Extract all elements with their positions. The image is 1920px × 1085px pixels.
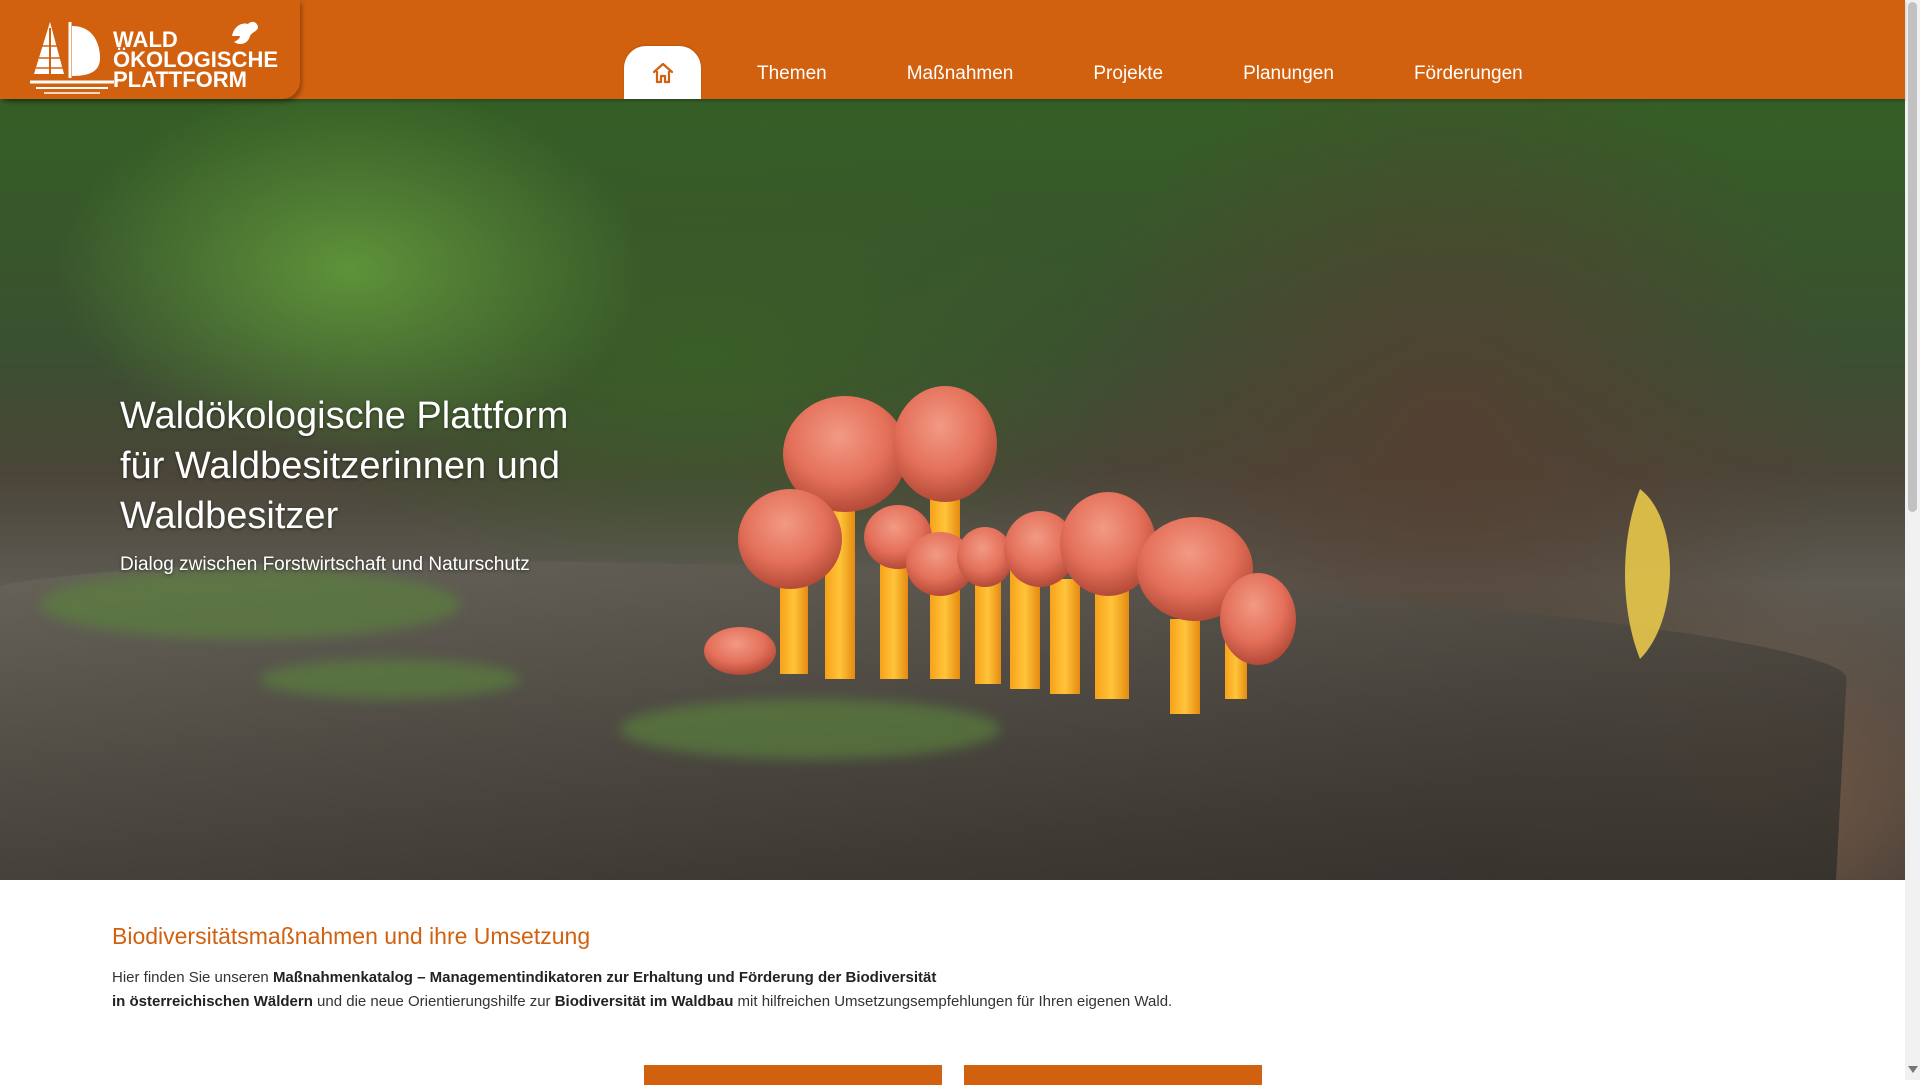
hero-title-line-3: Waldbesitzer: [120, 495, 339, 537]
hero-subtitle: Dialog zwischen Forstwirtschaft und Natu…: [120, 554, 530, 575]
intro-text: und die neue Orientierungshilfe zur: [312, 993, 555, 1010]
section-intro: Hier finden Sie unseren Maßnahmenkatalog…: [112, 966, 1312, 1014]
intro-catalog-link[interactable]: Maßnahmenkatalog – Managementindikatoren…: [273, 969, 936, 986]
section-title: Biodiversitätsmaßnahmen und ihre Umsetzu…: [112, 923, 591, 949]
home-icon: [652, 62, 673, 83]
forest-logo-icon: [30, 22, 114, 94]
scrollbar-thumb[interactable]: [1908, 2, 1917, 512]
nav-item-massnahmen[interactable]: Maßnahmen: [907, 46, 1014, 99]
catalog-button[interactable]: [644, 1065, 942, 1085]
nav-item-foerderungen[interactable]: Förderungen: [1414, 46, 1523, 99]
intro-region-text: in österreichischen Wäldern: [112, 993, 313, 1010]
site-logo[interactable]: WALD ÖKOLOGISCHE PLATTFORM: [0, 0, 300, 99]
nav-home-tab[interactable]: [624, 46, 701, 99]
bird-logo-icon: [232, 21, 258, 44]
scroll-down-arrow-icon[interactable]: [1908, 1066, 1918, 1073]
intro-text: mit hilfreichen Umsetzungsempfehlungen f…: [733, 993, 1173, 1010]
intro-guide-link[interactable]: Biodiversität im Waldbau: [555, 993, 734, 1010]
hero-title: Waldökologische Plattform für Waldbesitz…: [120, 391, 640, 541]
hero-title-line-2: für Waldbesitzerinnen und: [120, 445, 561, 487]
hero-title-line-1: Waldökologische Plattform: [120, 395, 569, 437]
page-scrollbar[interactable]: [1905, 0, 1920, 1080]
guide-button[interactable]: [964, 1065, 1262, 1085]
intro-text: Hier finden Sie unseren: [112, 969, 273, 986]
logo-line-3: PLATTFORM: [113, 67, 248, 92]
hero-banner: Waldökologische Plattform für Waldbesitz…: [0, 99, 1905, 880]
main-navigation: Themen Maßnahmen Projekte Planungen Förd…: [624, 46, 1523, 99]
nav-item-themen[interactable]: Themen: [757, 46, 827, 99]
nav-item-planungen[interactable]: Planungen: [1243, 46, 1334, 99]
nav-item-projekte[interactable]: Projekte: [1093, 46, 1163, 99]
